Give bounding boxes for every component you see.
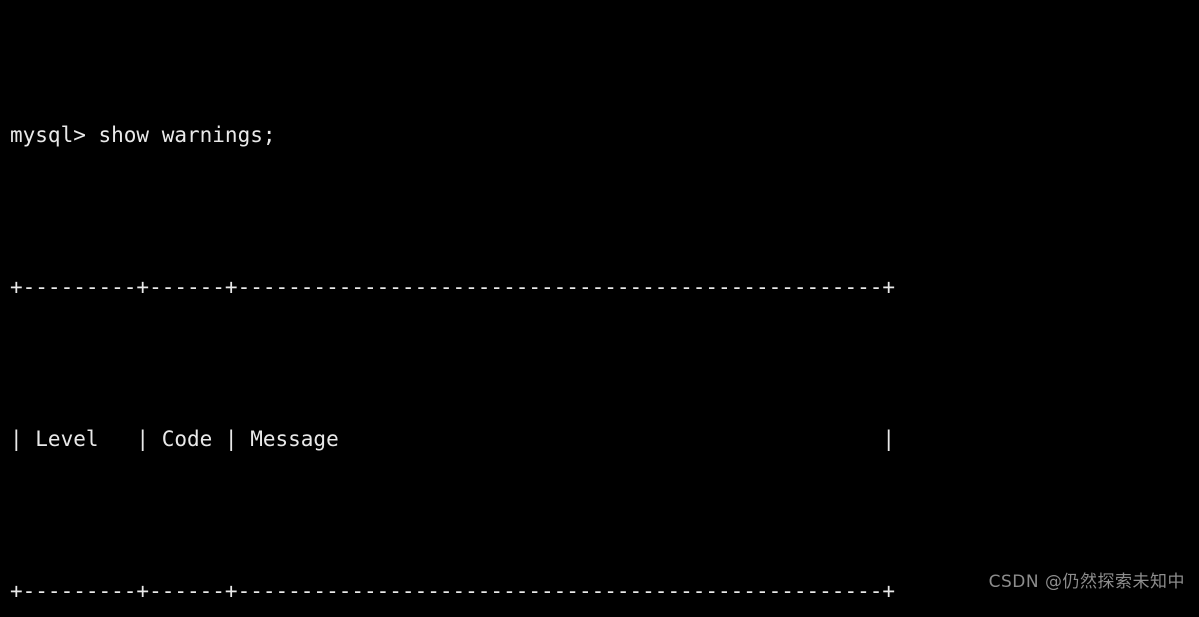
command-line: mysql> show warnings; xyxy=(10,123,276,147)
table-header-row: | Level | Code | Message | xyxy=(10,427,896,451)
table-border-header: +---------+------+----------------------… xyxy=(10,579,896,603)
terminal-window[interactable]: mysql> show warnings; +---------+------+… xyxy=(0,0,1199,617)
terminal-output: mysql> show warnings; +---------+------+… xyxy=(10,2,924,617)
csdn-watermark: CSDN @仍然探索未知中 xyxy=(988,572,1185,592)
table-border-top: +---------+------+----------------------… xyxy=(10,275,896,299)
